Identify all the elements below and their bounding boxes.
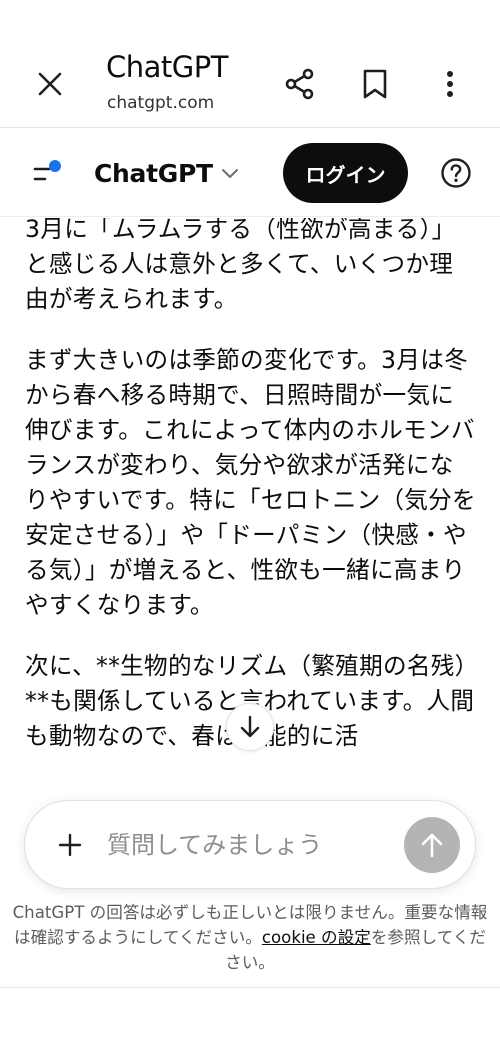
more-options-button[interactable] (428, 62, 472, 106)
sidebar-toggle-button[interactable] (24, 151, 68, 195)
plus-icon (58, 833, 82, 857)
help-icon (441, 158, 471, 188)
send-button[interactable] (404, 817, 460, 873)
model-name: ChatGPT (94, 158, 213, 188)
share-icon (285, 68, 314, 100)
disclaimer: ChatGPT の回答は必ずしも正しいとは限りません。重要な情報は確認するように… (10, 900, 490, 975)
chevron-down-icon (221, 169, 238, 178)
browser-page-title: ChatGPT (106, 50, 228, 84)
close-button[interactable] (28, 62, 72, 106)
sidebar-toggle-icon (33, 160, 61, 181)
login-button[interactable]: ログイン (283, 143, 408, 203)
message-paragraph: まず大きいのは季節の変化です。3月は冬から春へ移る時期で、日照時間が一気に伸びま… (25, 346, 476, 619)
close-icon (38, 72, 62, 96)
model-selector[interactable]: ChatGPT (94, 153, 239, 193)
assistant-message: 3月に「ムラムラする（性欲が高まる）」と感じる人は意外と多くて、いくつか理由が考… (25, 218, 477, 780)
scroll-to-bottom-button[interactable] (226, 703, 274, 751)
share-button[interactable] (278, 62, 322, 106)
help-button[interactable] (434, 151, 478, 195)
arrow-up-icon (421, 833, 443, 858)
bookmark-button[interactable] (353, 62, 397, 106)
message-composer (24, 800, 476, 889)
prompt-input[interactable] (107, 821, 397, 869)
app-header: ChatGPT ログイン (0, 129, 500, 217)
browser-toolbar: ChatGPT chatgpt.com (0, 0, 500, 128)
browser-url[interactable]: chatgpt.com (107, 93, 214, 113)
attach-button[interactable] (43, 818, 97, 872)
divider (0, 987, 500, 988)
bookmark-icon (363, 69, 387, 99)
more-vertical-icon (447, 71, 453, 97)
message-paragraph: 3月に「ムラムラする（性欲が高まる）」と感じる人は意外と多くて、いくつか理由が考… (25, 218, 456, 313)
cookie-settings-link[interactable]: cookie の設定 (262, 928, 371, 947)
arrow-down-icon (240, 715, 260, 738)
